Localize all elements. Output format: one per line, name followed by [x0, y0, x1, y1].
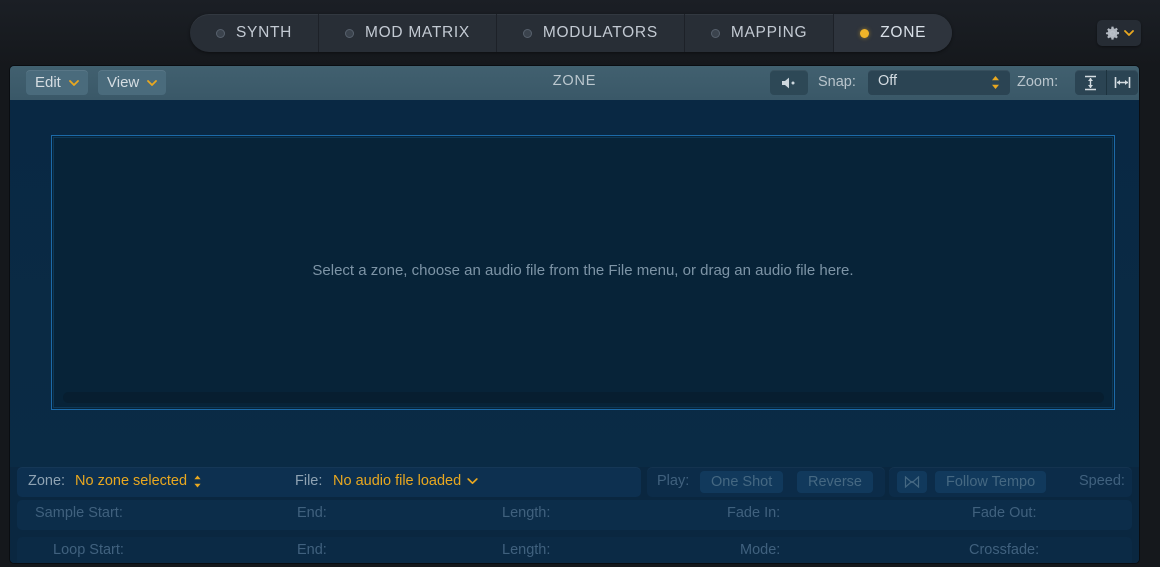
tab-label: MAPPING: [730, 24, 808, 41]
sample-row-band: Sample Start: End: Length: Fade In: Fade…: [17, 500, 1132, 530]
tempo-group: Follow Tempo Speed:: [889, 467, 1132, 497]
zone-file-play-row: Zone: No zone selected File: No audio fi…: [17, 467, 1132, 497]
zone-selector[interactable]: No zone selected: [75, 473, 202, 489]
chevron-down-icon: [1123, 30, 1134, 36]
snap-select[interactable]: Off: [868, 70, 1010, 95]
loop-start-label: Loop Start:: [53, 542, 124, 558]
waveform-placeholder-text: Select a zone, choose an audio file from…: [312, 262, 854, 279]
zone-value: No zone selected: [75, 473, 188, 489]
tab-zone[interactable]: ZONE: [834, 14, 953, 52]
sample-end-label: End:: [297, 505, 327, 521]
settings-button[interactable]: [1097, 20, 1141, 46]
ring-dot-icon: [710, 28, 720, 38]
tab-modulators[interactable]: MODULATORS: [497, 14, 685, 52]
tab-label: MODULATORS: [542, 24, 658, 41]
zone-panel: Edit View ZONE Snap: Off Zoom: Select a …: [10, 66, 1139, 563]
fade-in-label: Fade In:: [727, 505, 781, 521]
zone-toolbar: Edit View ZONE Snap: Off Zoom:: [10, 66, 1139, 101]
crossfade-label: Crossfade:: [969, 542, 1040, 558]
zoom-fit-horizontal-button[interactable]: [1107, 70, 1138, 95]
waveform-frame[interactable]: Select a zone, choose an audio file from…: [51, 135, 1115, 410]
sample-start-label: Sample Start:: [35, 505, 123, 521]
tab-label: SYNTH: [236, 24, 293, 41]
ring-dot-icon: [522, 28, 532, 38]
gear-icon: [1105, 26, 1119, 40]
zoom-label: Zoom:: [1017, 74, 1059, 90]
file-label: File:: [295, 473, 323, 489]
zone-label: Zone:: [28, 473, 66, 489]
speaker-icon: [781, 77, 794, 88]
follow-tempo-button[interactable]: Follow Tempo: [935, 471, 1047, 493]
loop-row-band: Loop Start: End: Length: Mode: Crossfade…: [17, 537, 1132, 563]
loop-mode-label: Mode:: [740, 542, 781, 558]
zoom-fit-horizontal-icon: [1114, 77, 1131, 88]
sample-parameters-row: Sample Start: End: Length: Fade In: Fade…: [17, 500, 1132, 534]
snap-value: Off: [878, 73, 898, 89]
zoom-fit-vertical-button[interactable]: [1075, 70, 1107, 95]
file-selector[interactable]: No audio file loaded: [333, 473, 478, 489]
filled-dot-icon: [860, 28, 870, 38]
tab-label: MOD MATRIX: [365, 24, 470, 41]
chevron-down-icon: [467, 478, 478, 485]
tab-mapping[interactable]: MAPPING: [685, 14, 835, 52]
audition-button[interactable]: [770, 70, 808, 95]
zone-file-group: Zone: No zone selected File: No audio fi…: [17, 467, 641, 497]
sample-length-label: Length:: [502, 505, 551, 521]
ring-dot-icon: [345, 28, 355, 38]
zoom-button-group: [1075, 70, 1138, 95]
loop-end-label: End:: [297, 542, 327, 558]
speed-label: Speed:: [1079, 473, 1125, 489]
play-label: Play:: [657, 473, 690, 489]
tempo-sync-button[interactable]: [897, 471, 927, 493]
updown-arrows-icon: [992, 76, 999, 89]
fade-out-label: Fade Out:: [972, 505, 1037, 521]
tab-synth[interactable]: SYNTH: [190, 14, 320, 52]
top-tab-bar: SYNTH MOD MATRIX MODULATORS MAPPING ZONE: [0, 0, 1160, 66]
tempo-sync-icon: [904, 476, 920, 488]
tab-label: ZONE: [880, 24, 927, 41]
zoom-fit-vertical-icon: [1085, 75, 1096, 90]
waveform-horizontal-scrollbar[interactable]: [63, 392, 1104, 403]
loop-length-label: Length:: [502, 542, 551, 558]
tab-mod-matrix[interactable]: MOD MATRIX: [319, 14, 497, 52]
file-value: No audio file loaded: [333, 473, 462, 489]
updown-arrows-icon: [194, 475, 201, 487]
ring-dot-icon: [216, 28, 225, 38]
reverse-button[interactable]: Reverse: [797, 471, 873, 493]
loop-parameters-row: Loop Start: End: Length: Mode: Crossfade…: [17, 537, 1132, 563]
waveform-area[interactable]: Select a zone, choose an audio file from…: [10, 100, 1139, 467]
one-shot-button[interactable]: One Shot: [700, 471, 784, 493]
tab-group: SYNTH MOD MATRIX MODULATORS MAPPING ZONE: [190, 14, 953, 52]
snap-label: Snap:: [818, 74, 856, 90]
play-mode-group: Play: One Shot Reverse: [647, 467, 885, 497]
sampler-zone-window: SYNTH MOD MATRIX MODULATORS MAPPING ZONE: [0, 0, 1160, 567]
zone-info-rows: Zone: No zone selected File: No audio fi…: [10, 467, 1139, 563]
